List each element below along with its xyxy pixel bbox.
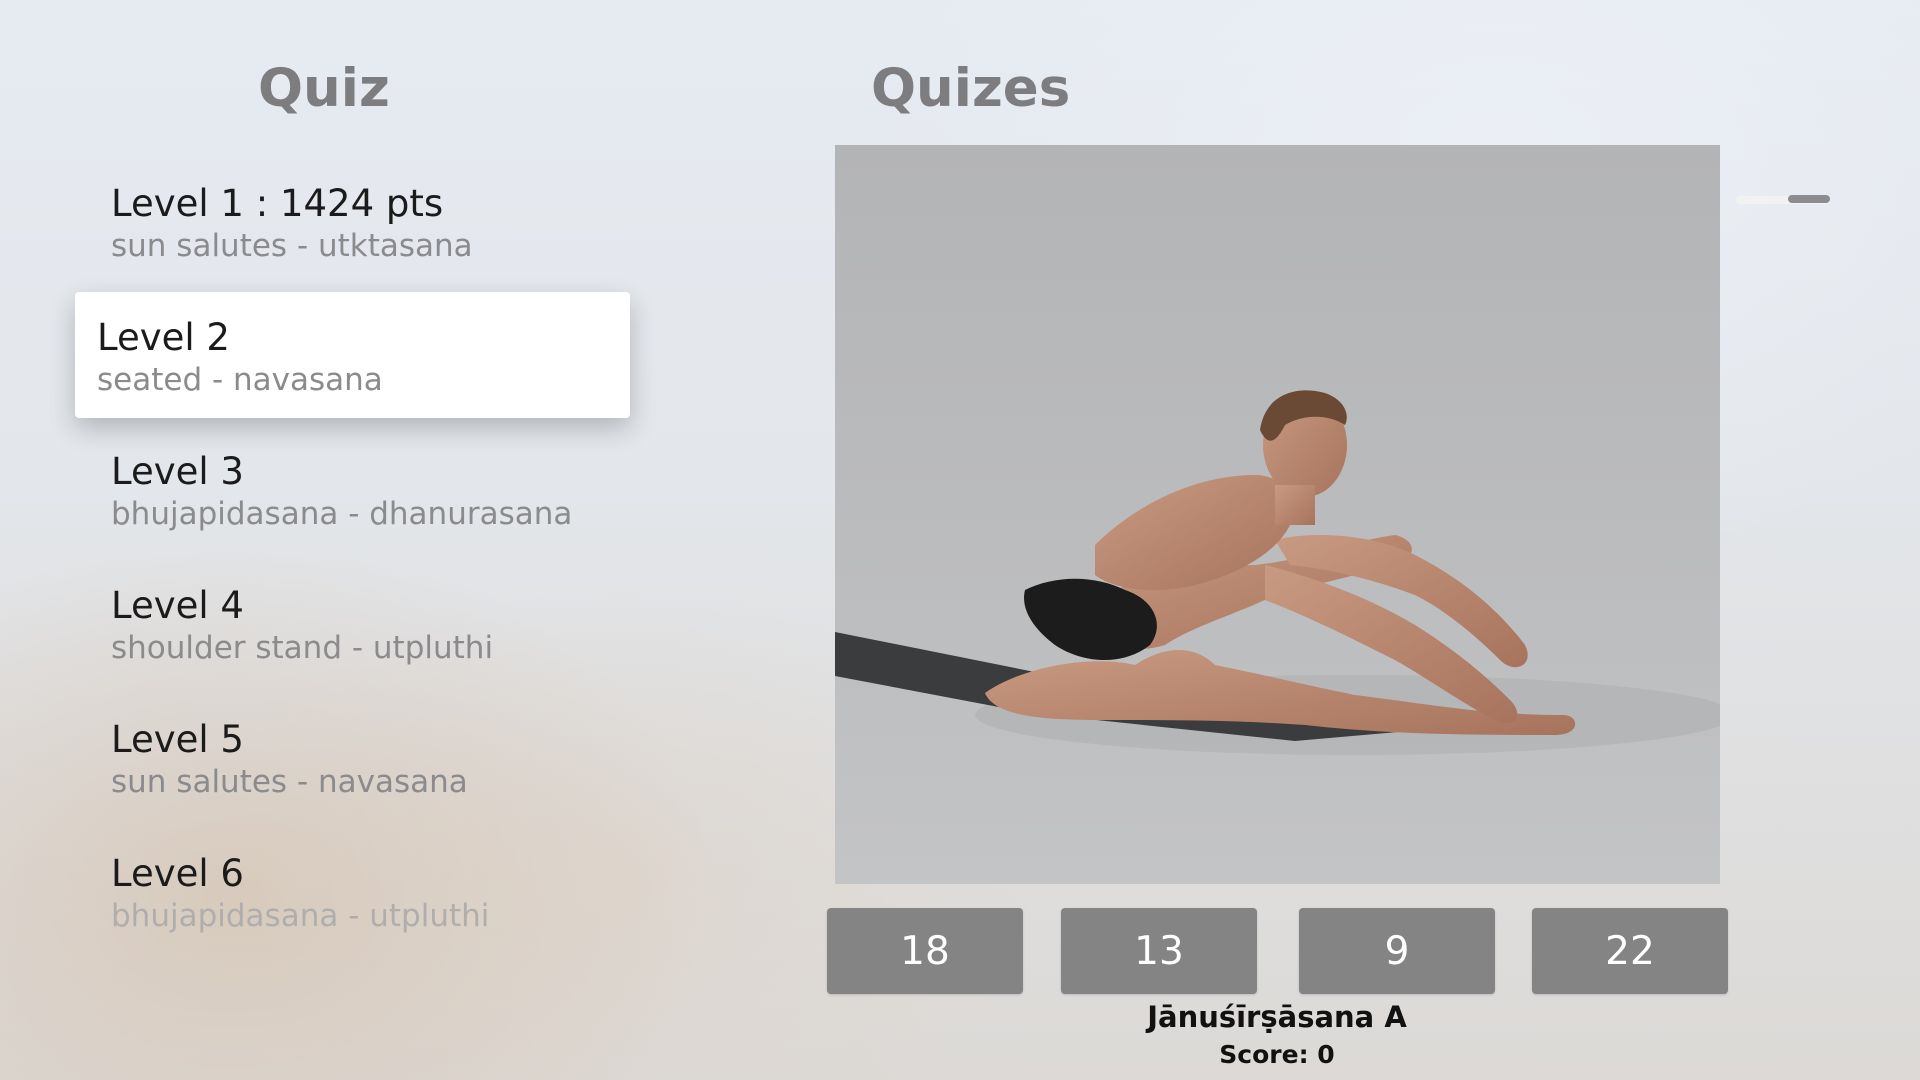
- level-title: Level 5: [111, 718, 244, 761]
- level-title: Level 4: [111, 584, 244, 627]
- answer-button-4[interactable]: 22: [1532, 908, 1728, 994]
- level-title: Level 2: [97, 316, 230, 359]
- score-label: Score: 0: [1219, 1040, 1335, 1069]
- level-subtitle: shoulder stand - utpluthi: [111, 630, 494, 666]
- answer-button-3[interactable]: 9: [1299, 908, 1495, 994]
- level-item-3[interactable]: Level 3 bhujapidasana - dhanurasana: [75, 426, 630, 552]
- quizzes-heading: Quizes: [871, 58, 1071, 119]
- level-list: Level 1 : 1424 pts sun salutes - utktasa…: [75, 158, 630, 954]
- level-item-4[interactable]: Level 4 shoulder stand - utpluthi: [75, 560, 630, 686]
- quiz-heading: Quiz: [258, 58, 390, 119]
- answer-button-2[interactable]: 13: [1061, 908, 1257, 994]
- level-title: Level 6: [111, 852, 244, 895]
- level-item-6[interactable]: Level 6 bhujapidasana - utpluthi: [75, 828, 630, 954]
- level-item-1[interactable]: Level 1 : 1424 pts sun salutes - utktasa…: [75, 158, 630, 284]
- scroll-thumb[interactable]: [1788, 195, 1830, 203]
- yoga-pose-illustration: [835, 390, 1720, 755]
- level-subtitle: bhujapidasana - dhanurasana: [111, 496, 573, 532]
- pose-name: Jānuśīrṣāsana A: [1147, 1000, 1407, 1034]
- answer-button-1[interactable]: 18: [827, 908, 1023, 994]
- level-title: Level 3: [111, 450, 244, 493]
- level-item-5[interactable]: Level 5 sun salutes - navasana: [75, 694, 630, 820]
- level-subtitle: seated - navasana: [97, 362, 383, 398]
- level-subtitle: sun salutes - navasana: [111, 764, 468, 800]
- level-item-2[interactable]: Level 2 seated - navasana: [75, 292, 630, 418]
- level-subtitle: sun salutes - utktasana: [111, 228, 473, 264]
- pose-photo: [835, 145, 1720, 884]
- level-title: Level 1 : 1424 pts: [111, 182, 444, 225]
- level-subtitle: bhujapidasana - utpluthi: [111, 898, 490, 934]
